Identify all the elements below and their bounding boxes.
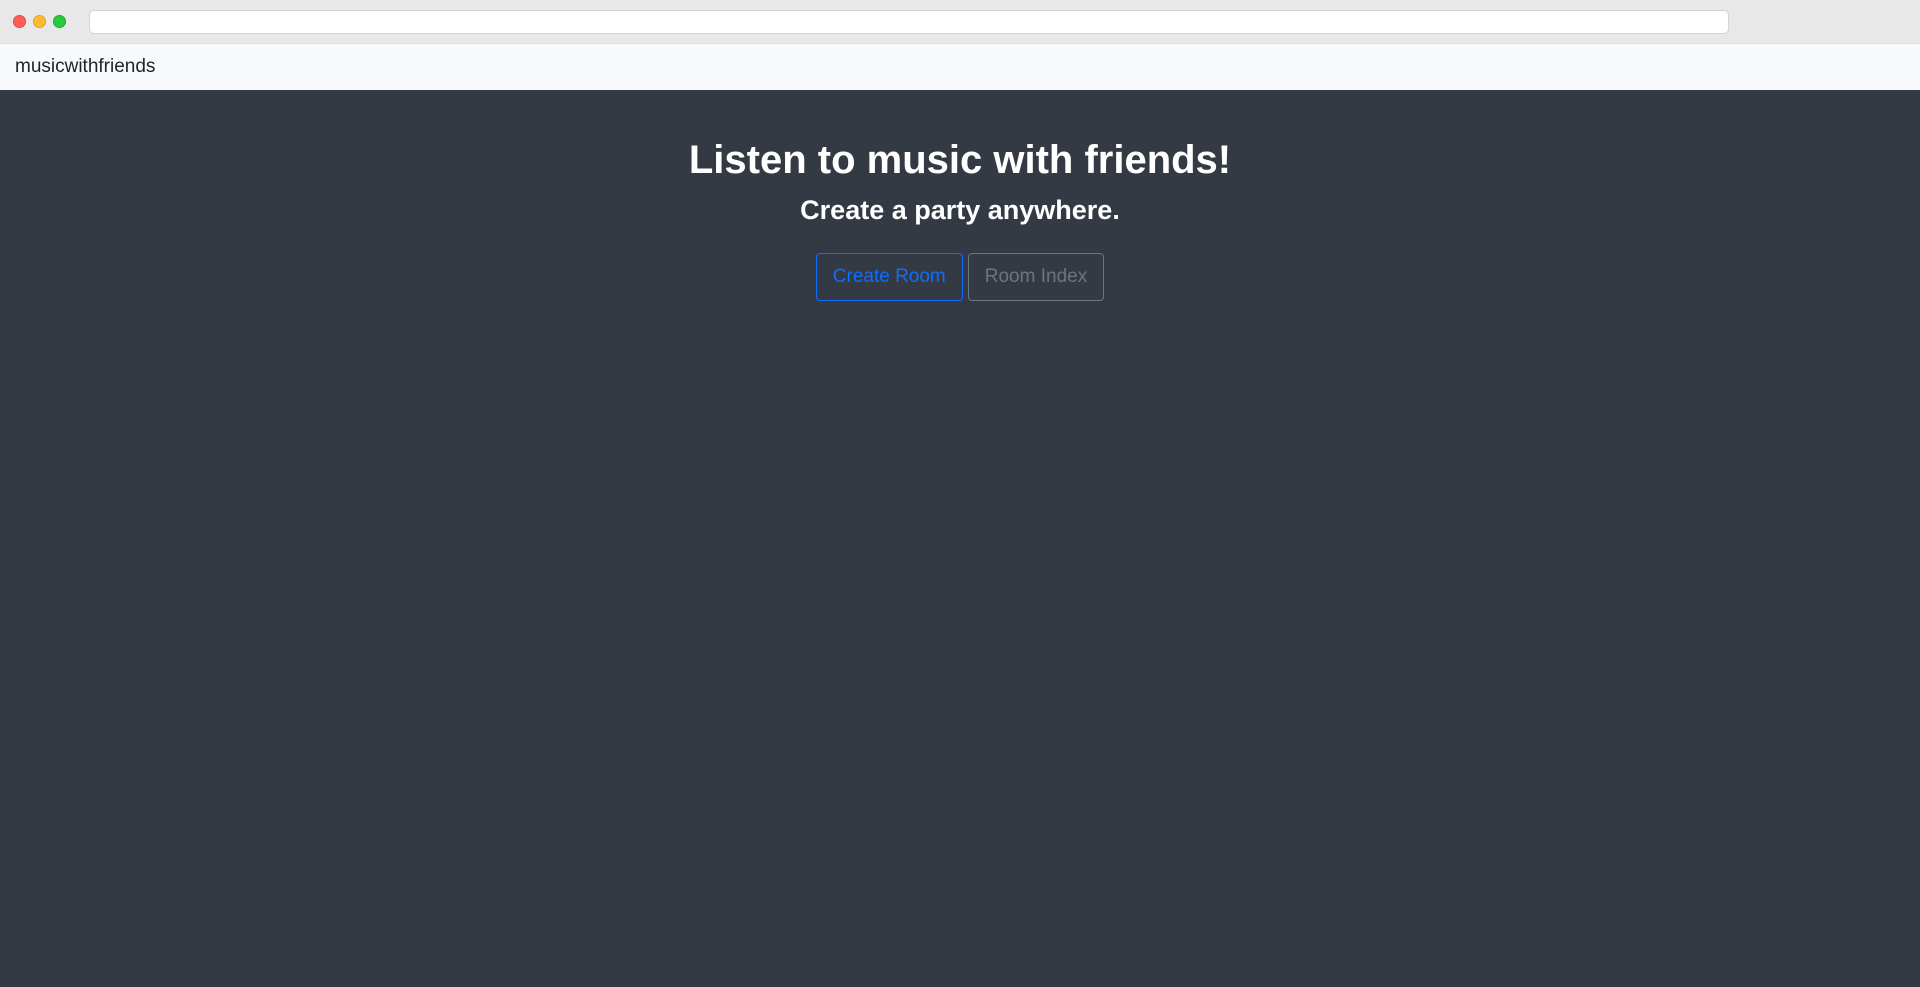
window-controls: [13, 15, 66, 28]
room-index-button[interactable]: Room Index: [967, 252, 1105, 301]
action-buttons: Create Room Room Index: [815, 252, 1105, 301]
page-title: Listen to music with friends!: [688, 138, 1232, 182]
brand-link[interactable]: musicwithfriends: [15, 56, 155, 78]
browser-chrome: [0, 0, 1920, 44]
navbar: musicwithfriends: [0, 44, 1920, 90]
minimize-window-icon[interactable]: [33, 15, 46, 28]
maximize-window-icon[interactable]: [53, 15, 66, 28]
address-bar[interactable]: [89, 10, 1729, 34]
close-window-icon[interactable]: [13, 15, 26, 28]
hero-section: Listen to music with friends! Create a p…: [0, 90, 1920, 987]
create-room-button[interactable]: Create Room: [815, 252, 963, 301]
page-subtitle: Create a party anywhere.: [800, 195, 1120, 225]
